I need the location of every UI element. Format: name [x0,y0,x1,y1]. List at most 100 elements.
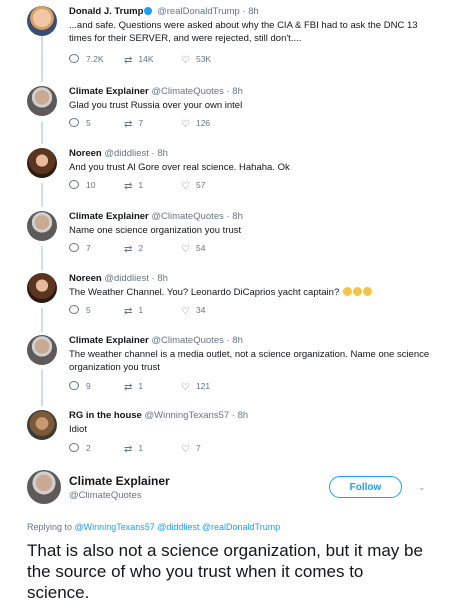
retweet-icon: ⇄ [124,444,133,455]
author-handle[interactable]: @ClimateQuotes [69,490,141,501]
tweet-time[interactable]: · 8h [242,6,258,17]
like-count: 7 [195,443,201,453]
tweet-text: Name one science organization you trust [69,225,242,236]
heart-icon: ♡ [181,244,190,255]
laughing-emoji-icon [352,287,362,296]
like-button[interactable]: ♡ 34 [181,305,205,317]
chevron-down-icon[interactable]: ⌄ [418,482,426,493]
reply-button[interactable]: 7.2K [69,54,104,64]
tweet-time[interactable]: · 8h [232,410,248,421]
thread-connector [41,308,43,332]
like-button[interactable]: ♡ 53K [181,54,211,66]
heart-icon: ♡ [181,306,190,317]
main-tweet-text: That is also not a science organization,… [27,541,423,602]
reply-button[interactable]: 7 [69,243,91,253]
author-handle[interactable]: @WinningTexans57 [144,410,229,421]
reply-button[interactable]: 2 [69,443,91,453]
reply-count: 7 [86,243,91,253]
tweet-text: And you trust Al Gore over real science.… [69,162,290,173]
reply-icon [69,443,79,452]
avatar[interactable] [27,335,57,365]
replying-prefix: Replying to [27,522,73,532]
like-count: 121 [195,381,211,391]
tweet-time[interactable]: · 8h [227,335,243,346]
retweet-button[interactable]: ⇄ 7 [124,118,143,130]
thread-connector [41,122,43,144]
tweet-text: Glad you trust Russia over your own inte… [69,100,243,111]
follow-button[interactable]: Follow [329,476,402,498]
reply-icon [69,381,79,390]
retweet-count: 2 [138,243,144,253]
author-handle[interactable]: @ClimateQuotes [151,86,223,97]
avatar[interactable] [27,86,57,116]
reply-button[interactable]: 5 [69,305,91,315]
reply-count: 9 [86,381,91,391]
avatar[interactable] [27,211,57,241]
heart-icon: ♡ [181,119,190,130]
reply-icon [69,180,79,189]
like-count: 53K [195,54,212,64]
replying-to-links[interactable]: @WinningTexans57 @diddliest @realDonaldT… [75,522,281,532]
like-count: 54 [195,243,206,253]
retweet-button[interactable]: ⇄ 1 [124,443,143,455]
tweet-time[interactable]: · 8h [227,211,243,222]
tweet-header: RG in the house @WinningTexans57 · 8h [69,410,248,422]
heart-icon: ♡ [181,181,190,192]
author-handle[interactable]: @diddliest [104,273,149,284]
retweet-button[interactable]: ⇄ 1 [124,381,143,393]
avatar[interactable] [27,6,57,36]
retweet-icon: ⇄ [124,181,133,192]
author-name[interactable]: Climate Explainer [69,335,149,346]
tweet-header: Climate Explainer @ClimateQuotes · 8h [69,211,243,223]
tweet-text: Idiot [69,424,87,435]
author-name[interactable]: Climate Explainer [69,474,170,488]
retweet-count: 1 [138,180,144,190]
author-name[interactable]: Donald J. Trump [69,6,143,17]
tweet-header: Noreen @diddliest · 8h [69,148,168,160]
heart-icon: ♡ [181,55,190,66]
retweet-button[interactable]: ⇄ 1 [124,180,143,192]
tweet-time[interactable]: · 8h [152,273,168,284]
like-button[interactable]: ♡ 121 [181,381,210,393]
retweet-button[interactable]: ⇄ 14K [124,54,154,66]
thread-connector [41,246,43,270]
author-handle[interactable]: @ClimateQuotes [151,211,223,222]
tweet-header: Donald J. Trump @realDonaldTrump · 8h [69,6,259,18]
reply-icon [69,54,79,63]
like-button[interactable]: ♡ 7 [181,443,201,455]
avatar[interactable] [27,273,57,303]
author-handle[interactable]: @diddliest [104,148,149,159]
tweet-text-body: The Weather Channel. You? Leonardo DiCap… [69,287,340,298]
tweet-header: Noreen @diddliest · 8h [69,273,168,285]
like-button[interactable]: ♡ 54 [181,243,205,255]
like-button[interactable]: ♡ 57 [181,180,205,192]
reply-button[interactable]: 9 [69,381,91,391]
reply-count: 2 [86,443,91,453]
author-name[interactable]: Climate Explainer [69,211,149,222]
reply-button[interactable]: 5 [69,118,91,128]
author-name[interactable]: Noreen [69,273,102,284]
like-count: 57 [195,180,206,190]
avatar[interactable] [27,148,57,178]
tweet-header: Climate Explainer @ClimateQuotes · 8h [69,86,243,98]
retweet-button[interactable]: ⇄ 2 [124,243,143,255]
thread-connector [41,370,43,406]
avatar[interactable] [27,410,57,440]
author-name[interactable]: RG in the house [69,410,142,421]
tweet-time[interactable]: · 8h [227,86,243,97]
retweet-button[interactable]: ⇄ 1 [124,305,143,317]
avatar[interactable] [27,470,61,504]
author-handle[interactable]: @realDonaldTrump [157,6,240,17]
thread-connector [41,183,43,207]
like-count: 34 [195,305,206,315]
reply-icon [69,118,79,127]
like-button[interactable]: ♡ 126 [181,118,210,130]
retweet-icon: ⇄ [124,55,133,66]
author-name[interactable]: Noreen [69,148,102,159]
heart-icon: ♡ [181,382,190,393]
reply-button[interactable]: 10 [69,180,95,190]
tweet-time[interactable]: · 8h [152,148,168,159]
heart-icon: ♡ [181,444,190,455]
author-handle[interactable]: @ClimateQuotes [151,335,223,346]
author-name[interactable]: Climate Explainer [69,86,149,97]
